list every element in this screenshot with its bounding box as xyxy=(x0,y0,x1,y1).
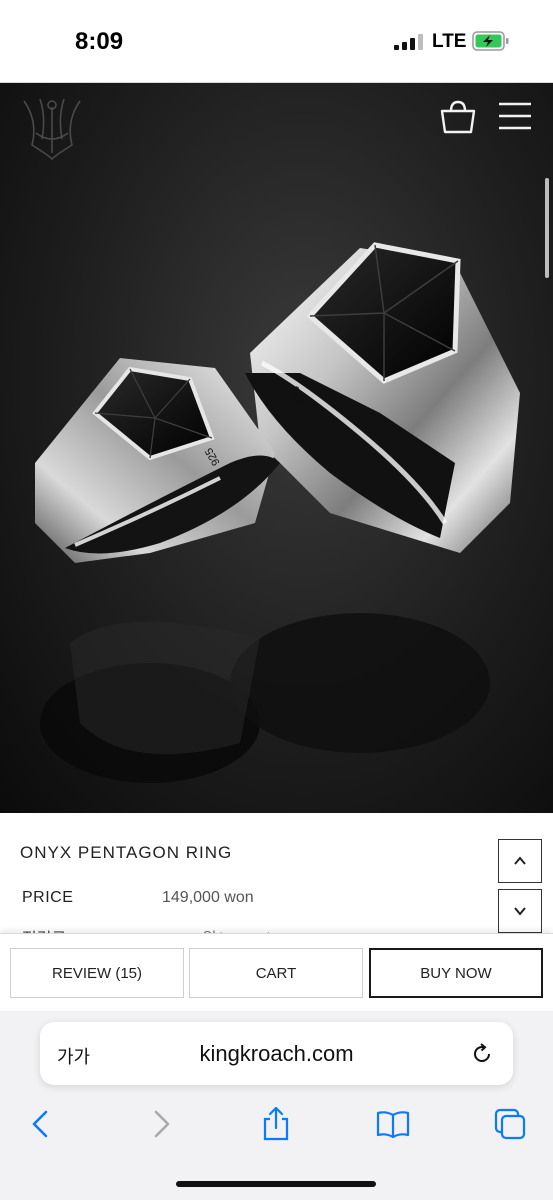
menu-icon[interactable] xyxy=(497,101,533,131)
browser-toolbar: 가가 kingkroach.com xyxy=(0,1011,553,1200)
status-bar: 8:09 LTE xyxy=(0,0,553,83)
rings-photo: 925 925 xyxy=(35,242,520,783)
network-label: LTE xyxy=(432,31,467,52)
logo-icon[interactable] xyxy=(18,93,86,163)
battery-icon xyxy=(472,31,509,51)
status-time: 8:09 xyxy=(75,28,124,55)
scrollbar-thumb[interactable] xyxy=(545,178,549,278)
scroll-up-icon xyxy=(514,856,526,865)
signal-icon xyxy=(394,34,424,50)
share-icon[interactable] xyxy=(258,1106,294,1142)
scroll-up-button[interactable] xyxy=(498,839,542,883)
tabs-icon[interactable] xyxy=(492,1106,528,1142)
action-bar: REVIEW (15) CART BUY NOW xyxy=(0,933,553,1012)
home-indicator xyxy=(176,1181,376,1187)
points-value: 7,400원(5.00%) xyxy=(162,925,273,933)
scroll-down-button[interactable] xyxy=(498,889,542,933)
bookmarks-icon[interactable] xyxy=(375,1106,411,1142)
url-text[interactable]: kingkroach.com xyxy=(40,1041,513,1067)
scroll-down-icon xyxy=(514,907,526,916)
points-label: 적립금 xyxy=(22,925,66,933)
product-name: ONYX PENTAGON RING xyxy=(20,843,233,862)
product-image: 925 925 xyxy=(0,83,553,813)
review-button[interactable]: REVIEW (15) xyxy=(10,948,184,998)
buy-now-button[interactable]: BUY NOW xyxy=(369,948,543,998)
price-value: 149,000 won xyxy=(162,889,254,906)
cart-button[interactable]: CART xyxy=(189,948,363,998)
address-bar[interactable]: 가가 kingkroach.com xyxy=(40,1022,513,1085)
cart-icon[interactable] xyxy=(438,99,478,135)
back-icon[interactable] xyxy=(24,1106,60,1142)
reload-icon[interactable] xyxy=(470,1042,494,1066)
price-label: PRICE xyxy=(22,889,74,906)
product-info: ONYX PENTAGON RING PRICE 149,000 won 적립금… xyxy=(0,813,553,933)
forward-icon[interactable] xyxy=(142,1106,178,1142)
